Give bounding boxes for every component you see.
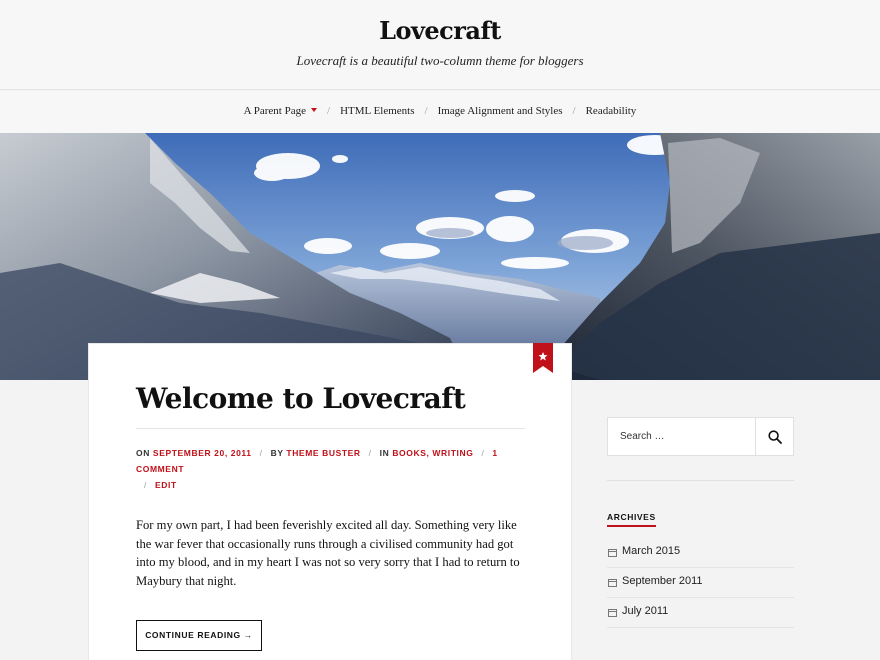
star-bookmark-icon [533, 343, 553, 373]
nav-separator: / [572, 105, 576, 117]
title-divider [136, 428, 525, 429]
nav-item-html-elements[interactable]: HTML Elements [340, 105, 414, 117]
post-card: Welcome to Lovecraft ON SEPTEMBER 20, 20… [88, 343, 572, 660]
calendar-icon [608, 579, 617, 587]
meta-in-label: IN [379, 448, 390, 458]
post-author-link[interactable]: THEME BUSTER [286, 448, 360, 458]
main-navigation: A Parent Page / HTML Elements / Image Alignm… [0, 91, 880, 133]
archives-list: March 2015 September 2011 July 2011 [607, 538, 794, 628]
post-excerpt: For my own part, I had been feverishly e… [136, 518, 520, 588]
nav-separator: / [424, 105, 428, 117]
nav-separator: / [327, 105, 331, 117]
meta-on-label: ON [136, 448, 150, 458]
category-link-writing[interactable]: WRITING [432, 448, 473, 458]
edit-post-link[interactable]: EDIT [155, 480, 177, 490]
archive-link-september-2011[interactable]: September 2011 [607, 568, 794, 598]
site-header: Lovecraft Lovecraft is a beautiful two-c… [0, 0, 880, 90]
category-link-books[interactable]: BOOKS [392, 448, 426, 458]
nav-item-parent-page[interactable]: A Parent Page [244, 105, 317, 117]
archive-label: September 2011 [622, 575, 703, 587]
archive-label: March 2015 [622, 545, 681, 557]
nav-item-readability[interactable]: Readability [586, 105, 637, 117]
archive-link-march-2015[interactable]: March 2015 [607, 538, 794, 568]
sidebar-divider [607, 480, 794, 481]
search-icon [768, 430, 782, 444]
search-input[interactable] [608, 418, 756, 455]
continue-reading-button[interactable]: CONTINUE READING → [136, 620, 262, 651]
archives-widget-title: ARCHIVES [607, 512, 656, 527]
dropdown-caret-icon [311, 108, 317, 113]
site-description: Lovecraft is a beautiful two-column them… [296, 53, 584, 68]
site-title[interactable]: Lovecraft [0, 16, 880, 45]
category-separator: , [426, 448, 430, 458]
calendar-icon [608, 609, 617, 617]
meta-by-label: BY [270, 448, 284, 458]
nav-item-image-alignment[interactable]: Image Alignment and Styles [438, 105, 563, 117]
archive-link-july-2011[interactable]: July 2011 [607, 598, 794, 628]
post-title[interactable]: Welcome to Lovecraft [136, 382, 466, 415]
archive-label: July 2011 [622, 605, 669, 617]
search-button[interactable] [755, 418, 793, 455]
search-form [607, 417, 794, 456]
post-meta: ON SEPTEMBER 20, 2011/BY THEME BUSTER / IN… [136, 448, 498, 490]
post-date-link[interactable]: SEPTEMBER 20, 2011 [153, 448, 252, 458]
calendar-icon [608, 549, 617, 557]
nav-item-label: A Parent Page [243, 105, 306, 117]
